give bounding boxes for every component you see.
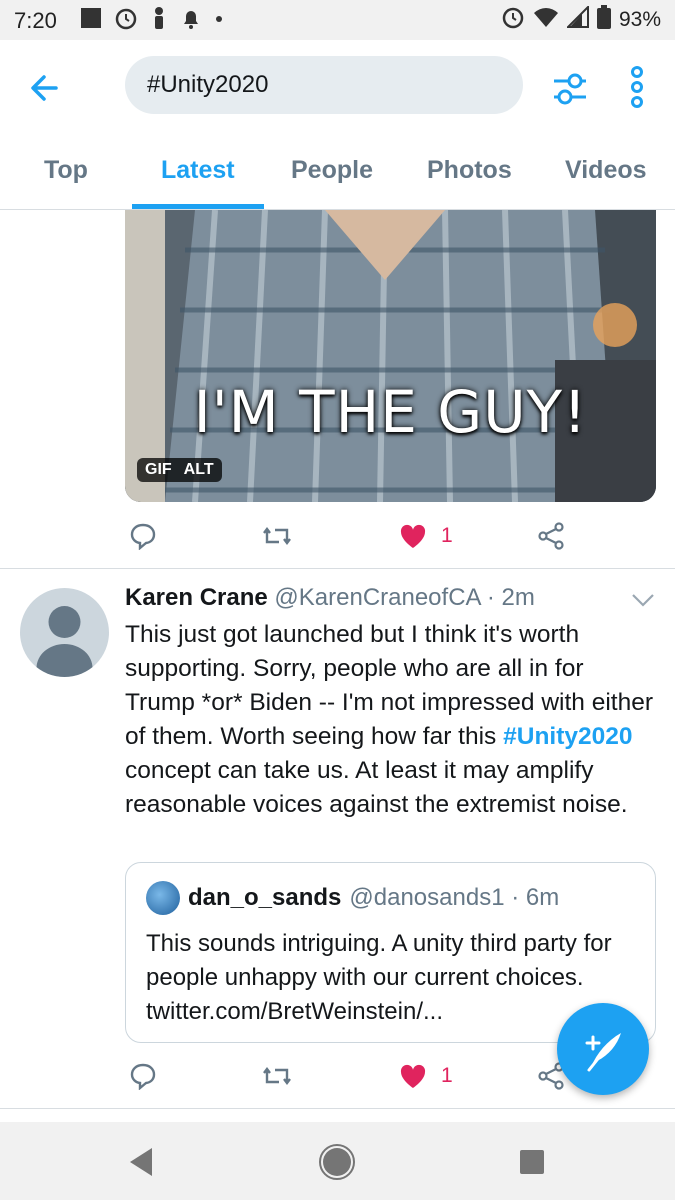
hashtag-link[interactable]: #Unity2020 (503, 723, 632, 750)
search-tabs: Top Latest People Photos Videos (0, 134, 675, 210)
compose-tweet-button[interactable] (557, 1003, 649, 1095)
like-count: 1 (441, 1064, 453, 1087)
compose-feather-icon (585, 1033, 621, 1072)
quoted-handle-time: @danosands1 · 6m (349, 884, 560, 911)
signal-icon (565, 4, 589, 34)
back-arrow-icon (31, 75, 58, 101)
tweet-actions: 1 (125, 516, 665, 556)
like-button[interactable]: 1 (399, 516, 453, 556)
android-nav-bar (0, 1122, 675, 1200)
nav-back-button[interactable] (122, 1142, 162, 1182)
retweet-button[interactable] (261, 516, 293, 556)
nav-home-button[interactable] (317, 1142, 357, 1182)
tweet-author-name[interactable]: Karen Crane (125, 584, 268, 611)
status-left-icons (80, 6, 224, 35)
heart-filled-icon (400, 524, 426, 548)
share-icon (538, 522, 564, 550)
quoted-author-name: dan_o_sands (188, 884, 342, 911)
tab-top[interactable]: Top (44, 156, 88, 185)
retweet-icon (263, 1067, 291, 1085)
gif-caption: I'M THE GUY! (193, 378, 588, 446)
tab-latest[interactable]: Latest (161, 156, 235, 185)
reply-button[interactable] (129, 516, 157, 556)
like-count: 1 (441, 524, 453, 547)
gif-badges: GIF ALT (137, 458, 222, 482)
tab-photos[interactable]: Photos (427, 156, 512, 185)
wifi-icon (533, 6, 559, 34)
status-bar: 7:20 93% (0, 0, 675, 40)
square-recents-icon (520, 1150, 544, 1174)
tweet-handle-time: @KarenCraneofCA · 2m (274, 584, 535, 611)
avatar[interactable] (20, 588, 109, 677)
back-button[interactable] (22, 66, 66, 110)
default-avatar-icon (36, 606, 93, 677)
tweet-header: Karen Crane @KarenCraneofCA · 2m (125, 584, 535, 612)
tweet-divider (0, 568, 675, 569)
retweet-button[interactable] (261, 1056, 293, 1096)
filter-button[interactable] (548, 66, 592, 110)
alarm-icon (114, 6, 138, 35)
like-button[interactable]: 1 (399, 1056, 453, 1096)
bell-icon (180, 6, 202, 35)
alarm-icon (501, 5, 525, 35)
heart-filled-icon (400, 1064, 426, 1088)
tweet-text: This just got launched but I think it's … (125, 618, 655, 822)
tweet-menu-button[interactable] (630, 590, 656, 610)
battery-percent: 93% (618, 8, 661, 31)
person-icon (150, 6, 168, 35)
status-right-icons: 93% (501, 4, 661, 35)
gif-media[interactable]: I'M THE GUY! GIF ALT (125, 210, 656, 502)
retweet-icon (263, 527, 291, 545)
share-button[interactable] (537, 516, 565, 556)
gif-badge: GIF (145, 461, 172, 478)
active-tab-indicator (132, 204, 264, 209)
dot-icon (214, 6, 224, 35)
tweet-divider (0, 1108, 675, 1109)
filter-icon (554, 73, 586, 105)
more-options-button[interactable] (622, 62, 652, 112)
chevron-down-icon (632, 594, 654, 607)
reply-icon (130, 523, 156, 550)
status-time: 7:20 (14, 8, 57, 33)
tab-videos[interactable]: Videos (565, 156, 647, 185)
reply-button[interactable] (129, 1056, 157, 1096)
search-input[interactable]: #Unity2020 (125, 56, 523, 114)
quoted-tweet-header: dan_o_sands @danosands1 · 6m (146, 881, 559, 915)
tab-people[interactable]: People (291, 156, 373, 185)
triangle-back-icon (130, 1148, 152, 1176)
circle-home-icon (319, 1144, 355, 1180)
more-vertical-icon (631, 66, 643, 108)
search-header: #Unity2020 (0, 40, 675, 134)
tweet-text-part: concept can take us. At least it may amp… (125, 757, 628, 818)
square-notification-icon (80, 7, 102, 34)
alt-badge[interactable]: ALT (184, 461, 214, 479)
quoted-avatar (146, 881, 180, 915)
battery-icon (596, 5, 611, 35)
nav-recents-button[interactable] (512, 1142, 552, 1182)
reply-icon (130, 1063, 156, 1090)
